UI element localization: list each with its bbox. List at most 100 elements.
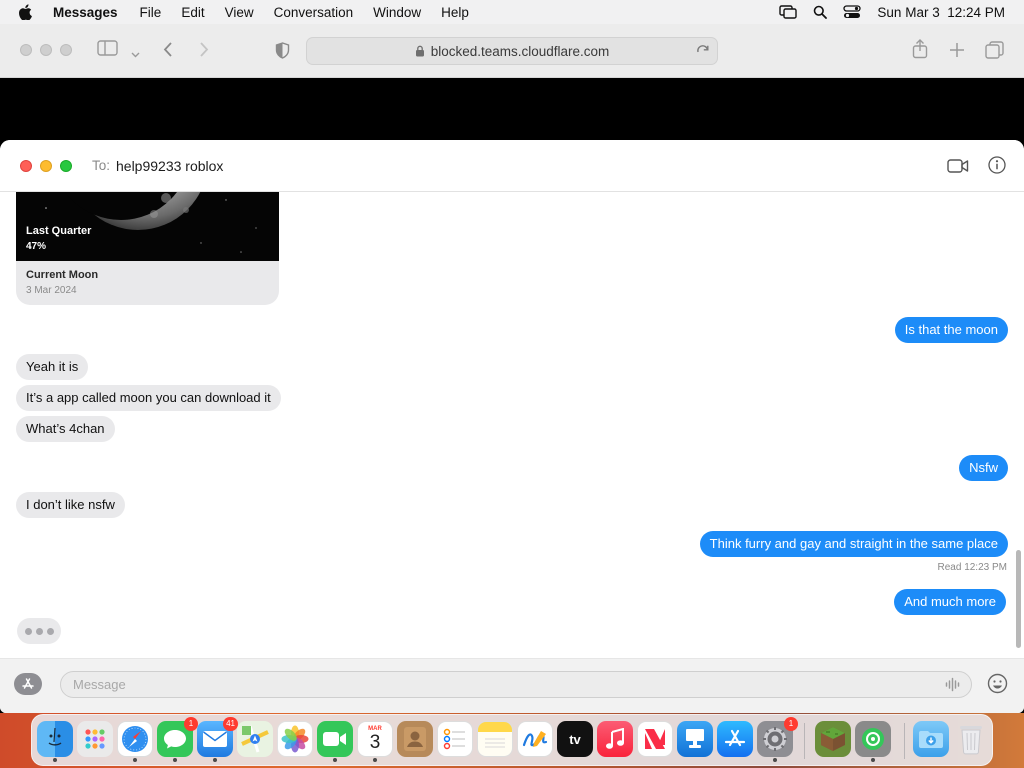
emoji-picker-icon[interactable] (987, 673, 1008, 699)
safari-window-toolbar: blocked.teams.cloudflare.com (0, 24, 1024, 78)
moon-illumination-percent: 47% (26, 241, 47, 252)
card-date: 3 Mar 2024 (26, 285, 77, 296)
sidebar-toggle-icon[interactable] (97, 40, 119, 61)
read-receipt: Read 12:23 PM (938, 562, 1008, 573)
running-indicator (213, 758, 217, 762)
notes-icon[interactable] (477, 721, 513, 757)
link-preview-card[interactable]: Last Quarter 47% Current Moon 3 Mar 2024 (16, 192, 279, 305)
photos-icon[interactable] (277, 721, 313, 757)
screen-mirroring-icon[interactable] (779, 5, 798, 19)
menu-bar: Messages File Edit View Conversation Win… (0, 0, 1024, 24)
minecraft-icon[interactable] (815, 721, 851, 757)
news-icon[interactable] (637, 721, 673, 757)
safari-window-controls (20, 44, 72, 56)
safari-minimize-button[interactable] (40, 44, 52, 56)
lock-icon (415, 45, 425, 57)
message-bubble-outgoing[interactable]: Is that the moon (894, 317, 1008, 343)
safari-zoom-button[interactable] (60, 44, 72, 56)
new-tab-icon[interactable] (949, 42, 965, 63)
privacy-shield-icon[interactable] (275, 42, 290, 64)
spotlight-search-icon[interactable] (813, 5, 828, 19)
apple-menu-icon[interactable] (19, 4, 35, 20)
app-store-icon (22, 678, 34, 689)
scrollbar[interactable] (1016, 550, 1021, 648)
mail-icon[interactable]: 41 (197, 717, 238, 757)
recipient-name[interactable]: help99233 roblox (116, 158, 223, 174)
dock-separator (904, 723, 905, 759)
to-label: To: (92, 158, 111, 173)
menu-view[interactable]: View (225, 5, 254, 20)
finder-icon[interactable] (37, 721, 73, 757)
dock-separator (804, 723, 805, 759)
message-bubble-outgoing[interactable]: Think furry and gay and straight in the … (699, 531, 1008, 557)
running-indicator (133, 758, 137, 762)
running-indicator (871, 758, 875, 762)
freeform-icon[interactable] (517, 721, 553, 757)
messages-icon[interactable]: 1 (157, 717, 198, 757)
message-input-wrapper (60, 671, 972, 698)
running-indicator (373, 758, 377, 762)
tab-overview-icon[interactable] (985, 41, 1004, 64)
apple-tv-icon[interactable]: tv (557, 721, 593, 757)
address-bar[interactable]: blocked.teams.cloudflare.com (306, 37, 718, 65)
contacts-icon[interactable] (397, 721, 433, 757)
keynote-icon[interactable] (677, 721, 713, 757)
read-receipt-label: Read (937, 562, 962, 573)
running-indicator (53, 758, 57, 762)
app-store-dock-icon[interactable] (717, 721, 753, 757)
zoom-button[interactable] (60, 160, 72, 172)
typing-dot (35, 627, 43, 635)
message-bubble-incoming[interactable]: What’s 4chan (16, 416, 115, 442)
moon-image: Last Quarter 47% (16, 192, 279, 261)
message-bubble-outgoing[interactable]: Nsfw (959, 455, 1008, 481)
info-icon[interactable] (988, 156, 1006, 179)
reminders-icon[interactable] (437, 721, 473, 757)
calendar-icon[interactable]: MAR 3 (357, 721, 393, 757)
menu-edit[interactable]: Edit (181, 5, 204, 20)
menu-file[interactable]: File (140, 5, 162, 20)
menu-conversation[interactable]: Conversation (274, 5, 354, 20)
typing-dot (46, 627, 54, 635)
message-input[interactable] (73, 672, 933, 697)
message-bubble-incoming[interactable]: Yeah it is (16, 354, 89, 380)
read-receipt-time: 12:23 PM (964, 562, 1007, 573)
message-bubble-outgoing[interactable]: And much more (894, 589, 1006, 615)
launchpad-icon[interactable] (77, 721, 113, 757)
typing-indicator (17, 618, 61, 644)
share-icon[interactable] (912, 39, 928, 64)
menu-help[interactable]: Help (441, 5, 469, 20)
messages-badge: 1 (184, 717, 198, 731)
back-icon[interactable] (163, 42, 173, 62)
app-store-button[interactable] (14, 673, 42, 695)
maps-icon[interactable] (237, 721, 273, 757)
close-button[interactable] (20, 160, 32, 172)
address-bar-url: blocked.teams.cloudflare.com (430, 43, 610, 59)
card-title: Current Moon (26, 269, 99, 281)
menu-window[interactable]: Window (373, 5, 421, 20)
message-transcript[interactable]: Last Quarter 47% Current Moon 3 Mar 2024… (0, 192, 1024, 658)
window-controls (20, 160, 72, 172)
facetime-video-icon[interactable] (947, 159, 969, 178)
find-my-icon[interactable] (855, 721, 891, 757)
downloads-folder-icon[interactable] (913, 721, 949, 757)
dock: 1 41 MAR 3 tv 1 (31, 714, 993, 766)
menu-app-name[interactable]: Messages (53, 5, 118, 20)
audio-message-icon[interactable] (945, 677, 961, 697)
facetime-icon[interactable] (317, 721, 353, 757)
safari-close-button[interactable] (20, 44, 32, 56)
reload-icon[interactable] (696, 44, 710, 61)
safari-icon[interactable] (117, 721, 153, 757)
message-bubble-incoming[interactable]: I don’t like nsfw (16, 492, 125, 518)
control-center-icon[interactable] (843, 5, 862, 19)
music-icon[interactable] (597, 721, 633, 757)
forward-icon[interactable] (199, 42, 209, 62)
menu-datetime[interactable]: Sun Mar 3 12:24 PM (877, 5, 1005, 20)
trash-icon[interactable] (953, 721, 989, 757)
chevron-down-icon[interactable] (131, 45, 140, 63)
system-settings-icon[interactable]: 1 (757, 717, 798, 757)
typing-dot (24, 627, 32, 635)
minimize-button[interactable] (40, 160, 52, 172)
conversation-header: To: help99233 roblox (0, 140, 1024, 192)
message-bubble-incoming[interactable]: It’s a app called moon you can download … (16, 385, 281, 411)
mail-badge: 41 (223, 717, 238, 731)
